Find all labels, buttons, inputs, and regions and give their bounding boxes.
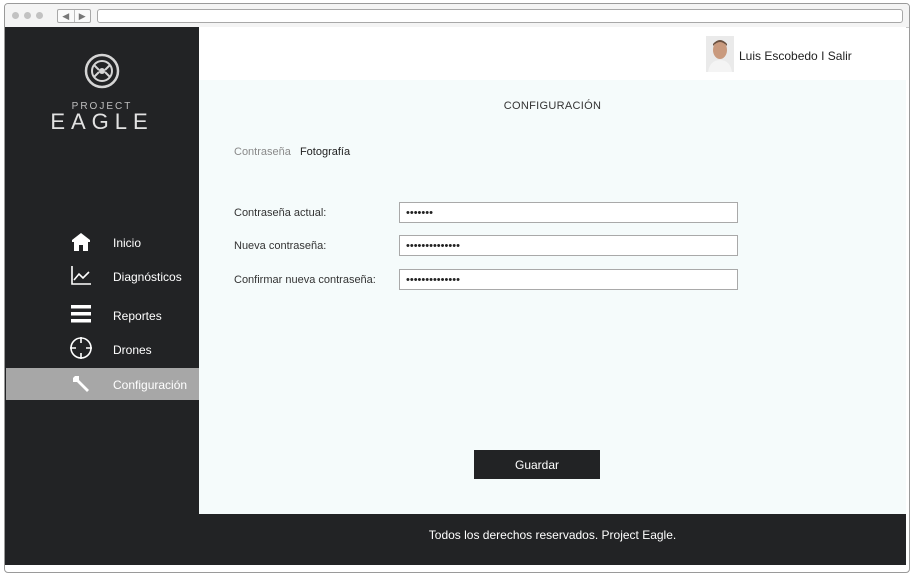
window-close-dot[interactable] [12, 12, 19, 19]
settings-tabs: Contraseña Fotografía [234, 146, 356, 158]
footer: Todos los derechos reservados. Project E… [199, 514, 906, 565]
new-password-field[interactable] [399, 235, 738, 256]
current-password-row: Contraseña actual: [234, 202, 754, 224]
wrench-icon [73, 376, 89, 392]
user-separator: I [821, 49, 825, 63]
sidebar-item-label: Configuración [113, 378, 188, 392]
user-name[interactable]: Luis Escobedo [739, 49, 818, 63]
forward-arrow-icon[interactable]: ▶ [73, 10, 91, 22]
sidebar-item-diagnosticos[interactable]: Diagnósticos [5, 260, 199, 292]
user-menu: Luis Escobedo I Salir [739, 49, 852, 63]
chart-line-icon [71, 266, 91, 285]
save-button[interactable]: Guardar [474, 450, 600, 479]
sidebar-item-inicio[interactable]: Inicio [5, 226, 199, 258]
drone-logo-icon [84, 53, 120, 89]
new-password-row: Nueva contraseña: [234, 235, 754, 257]
brand-logo: PROJECT EAGLE [5, 51, 199, 161]
crosshair-icon [70, 337, 92, 359]
menu-lines-icon [71, 305, 91, 323]
sidebar: PROJECT EAGLE Inicio Diagnósticos Report… [5, 27, 199, 565]
sidebar-item-label: Inicio [113, 236, 142, 250]
sidebar-item-label: Drones [113, 343, 152, 357]
tab-contrasena[interactable]: Contraseña [234, 146, 291, 158]
browser-toolbar: ◀ ▶ [5, 4, 909, 28]
window-minimize-dot[interactable] [24, 12, 31, 19]
confirm-password-row: Confirmar nueva contraseña: [234, 269, 754, 291]
logout-link[interactable]: Salir [828, 49, 852, 63]
sidebar-item-reportes[interactable]: Reportes [5, 299, 199, 331]
user-photo-icon [706, 36, 734, 72]
current-password-label: Contraseña actual: [234, 207, 327, 219]
footer-text: Todos los derechos reservados. Project E… [428, 528, 677, 542]
address-bar[interactable] [97, 9, 903, 23]
home-icon [72, 233, 90, 251]
current-password-field[interactable] [399, 202, 738, 223]
brand-line-2: EAGLE [50, 109, 154, 134]
main-content: CONFIGURACIÓN Contraseña Fotografía Cont… [199, 80, 906, 514]
window-maximize-dot[interactable] [36, 12, 43, 19]
new-password-label: Nueva contraseña: [234, 240, 327, 252]
sidebar-item-label: Reportes [113, 309, 162, 323]
confirm-password-label: Confirmar nueva contraseña: [234, 274, 376, 286]
confirm-password-field[interactable] [399, 269, 738, 290]
browser-nav-buttons: ◀ ▶ [57, 9, 91, 23]
page-title: CONFIGURACIÓN [503, 100, 602, 112]
sidebar-item-drones[interactable]: Drones [5, 333, 199, 365]
tab-fotografia[interactable]: Fotografía [300, 146, 350, 158]
top-bar: Luis Escobedo I Salir [199, 27, 906, 80]
sidebar-item-label: Diagnósticos [113, 270, 182, 284]
avatar[interactable] [706, 36, 734, 72]
back-arrow-icon[interactable]: ◀ [58, 10, 74, 22]
sidebar-item-configuracion[interactable]: Configuración [6, 368, 199, 400]
